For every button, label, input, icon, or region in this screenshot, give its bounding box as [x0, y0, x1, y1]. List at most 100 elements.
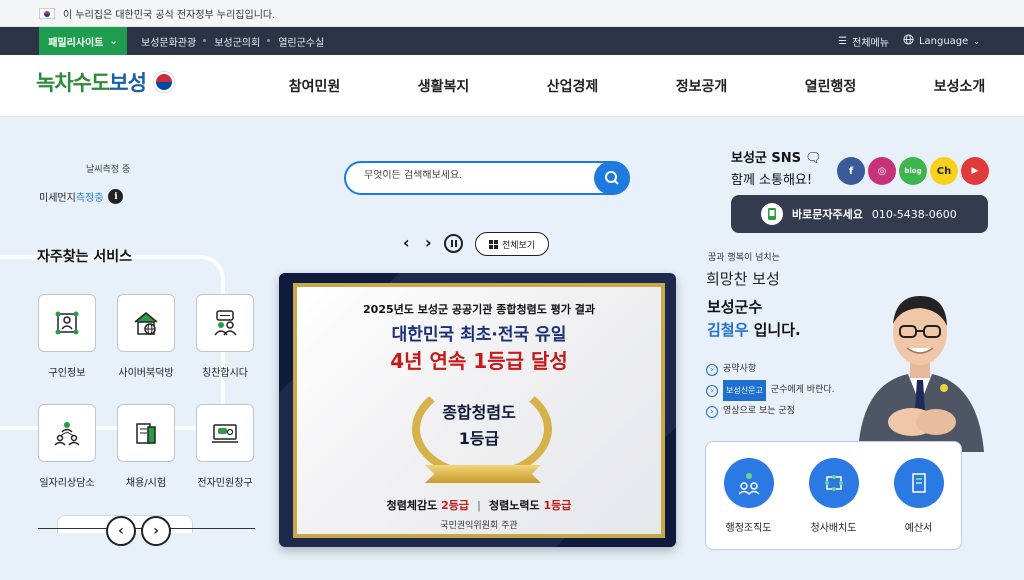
- hamburger-icon: ☰: [838, 35, 848, 47]
- mayor-sub: 꿈과 행복이 넘치는: [708, 253, 780, 263]
- services-next-button[interactable]: ›: [141, 516, 171, 546]
- mayor-links: › 공약사항 › 보성신문고 군수에게 바란다. › 영상으로 보는 군정: [706, 359, 835, 422]
- search-input[interactable]: [364, 170, 594, 181]
- services-title: 자주찾는 서비스: [37, 249, 133, 265]
- budget-book-icon: [893, 458, 944, 508]
- quick-label: 행정조직도: [725, 523, 772, 534]
- nav-item-about[interactable]: 보성소개: [895, 76, 1024, 96]
- quick-label: 청사배치도: [810, 523, 857, 534]
- korea-flag-icon: [39, 7, 55, 19]
- family-site-button[interactable]: 패밀리사이트 ⌄: [39, 27, 127, 55]
- service-e-civil[interactable]: 전자민원창구: [196, 404, 254, 514]
- top-link-council[interactable]: 보성군의회: [203, 34, 260, 49]
- search-icon: [605, 171, 619, 185]
- contact-sms-button[interactable]: 바로문자주세요 010-5438-0600: [731, 195, 988, 233]
- chevron-right-icon: ›: [153, 523, 159, 539]
- top-link-mayor-office[interactable]: 열린군수실: [267, 34, 324, 49]
- document-exam-icon: [117, 404, 175, 462]
- mayor-link-pledges[interactable]: › 공약사항: [706, 359, 835, 380]
- mayor-link-video[interactable]: › 영상으로 보는 군정: [706, 401, 835, 422]
- services-prev-button[interactable]: ‹: [106, 516, 136, 546]
- contact-label: 바로문자주세요: [792, 208, 863, 221]
- quick-links: 행정조직도 청사배치도 예산서: [705, 441, 962, 550]
- service-label: 칭찬합시다: [202, 368, 248, 379]
- award-title: 종합청렴도: [442, 403, 516, 422]
- all-menu-label: 전체메뉴: [852, 37, 889, 49]
- nav-item-administration[interactable]: 열린행정: [766, 76, 895, 96]
- people-network-icon: [38, 404, 96, 462]
- services-grid: 구인정보 사이버북덕방 칭찬합시다 일자리상담소 채용/시험 전자민원창구: [38, 294, 258, 514]
- globe-icon: [903, 34, 914, 48]
- main-header: 녹차수도보성 참여민원 생활복지 산업경제 정보공개 열린행정 보성소개: [0, 55, 1024, 117]
- service-label: 사이버북덕방: [118, 368, 174, 379]
- main-nav: 참여민원 생활복지 산업경제 정보공개 열린행정 보성소개: [250, 55, 1024, 117]
- mayor-title: 보성군수: [707, 298, 763, 316]
- praise-person-icon: [196, 294, 254, 352]
- grid-icon: [488, 239, 498, 249]
- banner-line1: 2025년도 보성군 공공기관 종합청렴도 평가 결과: [363, 303, 595, 316]
- facebook-icon[interactable]: f: [837, 157, 865, 185]
- main-banner[interactable]: 2025년도 보성군 공공기관 종합청렴도 평가 결과 대한민국 최초·전국 유…: [279, 273, 676, 547]
- view-all-button[interactable]: 전체보기: [475, 232, 549, 256]
- top-link-culture-tour[interactable]: 보성문화관광: [141, 34, 196, 49]
- sns-links: f ◎ blog Ch ▶: [837, 157, 989, 185]
- blog-icon[interactable]: blog: [899, 157, 927, 185]
- language-label: Language: [918, 35, 969, 47]
- chevron-right-icon: ›: [706, 363, 718, 376]
- banner-line2: 대한민국 최초·전국 유일: [391, 325, 567, 345]
- service-label: 구인정보: [48, 368, 86, 379]
- chevron-right-icon: ›: [706, 384, 718, 397]
- weather-status: 날씨측정 중: [86, 165, 131, 175]
- dust-value: 측정중: [75, 193, 104, 204]
- gov-banner-text: 이 누리집은 대한민국 공식 전자정부 누리집입니다.: [63, 9, 276, 21]
- top-utility-nav: 패밀리사이트 ⌄ 보성문화관광 보성군의회 열린군수실 ☰ 전체메뉴 Langu…: [0, 27, 1024, 55]
- service-job-counsel[interactable]: 일자리상담소: [38, 404, 96, 514]
- sns-title-line1: 보성군 SNS: [731, 151, 802, 166]
- quick-label: 예산서: [904, 523, 933, 534]
- language-button[interactable]: Language ⌄: [903, 34, 980, 48]
- gov-banner: 이 누리집은 대한민국 공식 전자정부 누리집입니다.: [0, 0, 1024, 27]
- youtube-icon[interactable]: ▶: [961, 157, 989, 185]
- banner-line4: 청렴체감도 2등급 | 청렴노력도 1등급: [386, 499, 572, 512]
- mayor-name: 김철우: [707, 321, 749, 339]
- search-button[interactable]: [594, 161, 630, 195]
- service-cyber-realty[interactable]: 사이버북덕방: [117, 294, 175, 404]
- petition-tag: 보성신문고: [723, 380, 766, 401]
- family-site-label: 패밀리사이트: [48, 37, 104, 49]
- nav-item-participation[interactable]: 참여민원: [250, 76, 379, 96]
- building-layout-icon: [808, 458, 859, 508]
- house-globe-icon: [117, 294, 175, 352]
- ribbon-icon: [425, 465, 541, 483]
- quick-org-chart[interactable]: 행정조직도: [714, 458, 784, 549]
- contact-number: 010-5438-0600: [871, 207, 957, 221]
- nav-item-economy[interactable]: 산업경제: [508, 76, 637, 96]
- nav-item-information[interactable]: 정보공개: [637, 76, 766, 96]
- mayor-name-line: 김철우 입니다.: [707, 321, 801, 339]
- slide-prev-button[interactable]: ‹: [403, 233, 410, 252]
- quick-building-layout[interactable]: 청사배치도: [799, 458, 869, 549]
- service-label: 채용/시험: [125, 478, 167, 489]
- slide-next-button[interactable]: ›: [425, 233, 432, 252]
- service-recruit-exam[interactable]: 채용/시험: [117, 404, 175, 514]
- chevron-down-icon: ⌄: [109, 35, 118, 47]
- mayor-link-petition[interactable]: › 보성신문고 군수에게 바란다.: [706, 380, 835, 401]
- view-all-label: 전체보기: [501, 240, 536, 251]
- banner-line3: 4년 연속 1등급 달성: [390, 349, 568, 373]
- all-menu-button[interactable]: ☰ 전체메뉴: [838, 34, 889, 49]
- service-praise[interactable]: 칭찬합시다: [196, 294, 254, 404]
- logo-text: 녹차수도보성: [36, 70, 147, 95]
- award-grade: 1등급: [458, 429, 500, 448]
- quick-budget[interactable]: 예산서: [884, 458, 954, 549]
- service-label: 전자민원창구: [197, 478, 253, 489]
- dust-label: 미세먼지: [39, 193, 76, 204]
- kakao-channel-icon[interactable]: Ch: [930, 157, 958, 185]
- banner-award: 종합청렴도 1등급: [297, 400, 661, 452]
- nav-item-welfare[interactable]: 생활복지: [379, 76, 508, 96]
- info-icon[interactable]: i: [108, 189, 124, 204]
- site-logo[interactable]: 녹차수도보성: [36, 67, 174, 97]
- service-job-info[interactable]: 구인정보: [38, 294, 96, 404]
- slide-pause-button[interactable]: [444, 234, 463, 253]
- chevron-right-icon: ›: [706, 405, 718, 418]
- job-search-icon: [38, 294, 96, 352]
- instagram-icon[interactable]: ◎: [868, 157, 896, 185]
